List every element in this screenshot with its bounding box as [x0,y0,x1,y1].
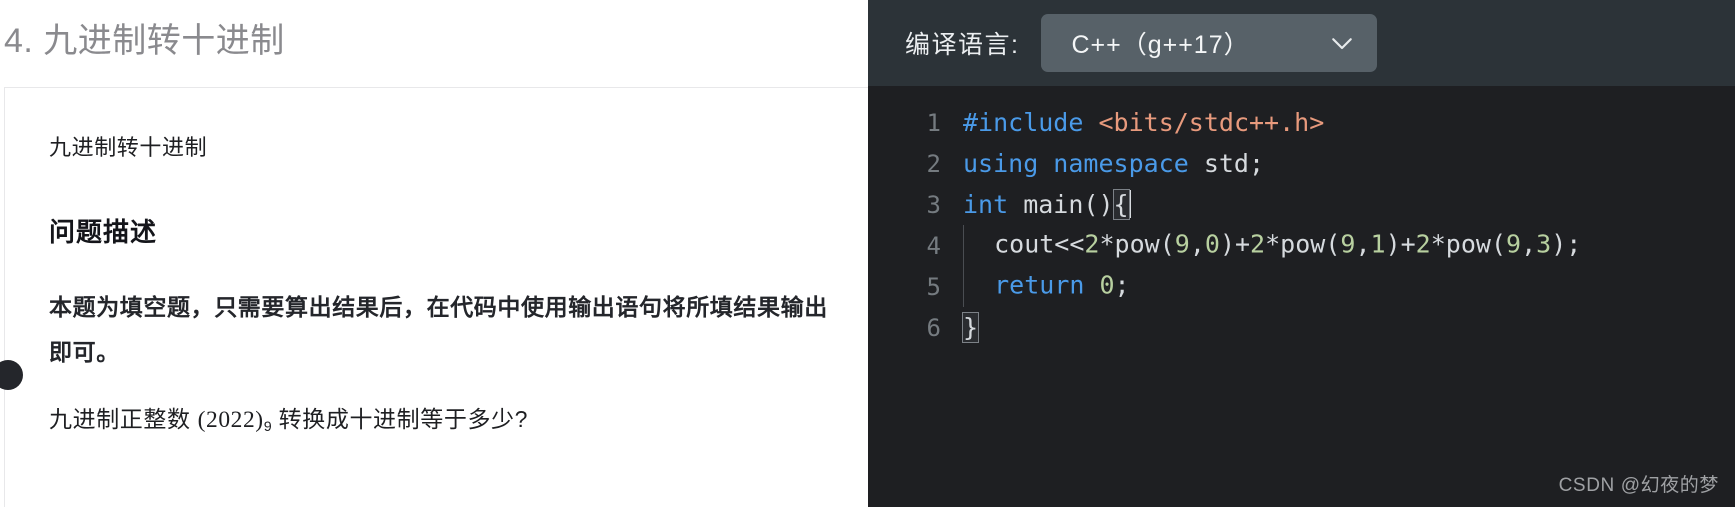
bullet-marker-icon [0,360,23,390]
code-token: main() [1008,190,1114,219]
code-lines[interactable]: 1 #include <bits/stdc++.h> 2 using namespac… [868,102,1735,348]
code-token: 1 [1370,229,1386,259]
problem-pane: 4. 九进制转十进制 九进制转十进制 问题描述 本题为填空题，只需要算出结果后，… [0,0,868,507]
code-line-content[interactable]: } [961,312,980,343]
code-token: } [961,312,980,343]
code-token: 9 [1506,229,1522,259]
code-line-content[interactable]: int main(){ [963,189,1131,220]
code-line[interactable]: 5 return 0; [868,266,1735,307]
code-area[interactable]: 1 #include <bits/stdc++.h> 2 using namespac… [868,86,1735,507]
code-token: 9 [1174,229,1190,259]
watermark: CSDN @幻夜的梦 [1558,475,1719,496]
code-token: , [1521,229,1537,259]
code-token: cout<< [964,229,1085,259]
code-token: 3 [1536,229,1552,259]
problem-question-text: 九进制正整数 (2022)9 转换成十进制等于多少? [49,399,842,447]
line-number: 4 [926,231,941,260]
code-token: *pow( [1430,229,1506,259]
code-token: <bits/stdc++.h> [1098,108,1325,137]
code-line[interactable]: 1 #include <bits/stdc++.h> [868,102,1735,143]
code-token: 0 [1204,229,1220,259]
code-line-content[interactable]: cout<<2*pow(9,0)+2*pow(9,1)+2*pow(9,3); [963,225,1581,266]
problem-body-card: 九进制转十进制 问题描述 本题为填空题，只需要算出结果后，在代码中使用输出语句将… [0,87,868,507]
code-token: int [963,190,1009,219]
code-line-content[interactable]: return 0; [963,266,1130,307]
section-heading: 问题描述 [49,217,158,247]
problem-editor-screen: 4. 九进制转十进制 九进制转十进制 问题描述 本题为填空题，只需要算出结果后，… [0,0,1735,507]
line-number: 3 [926,190,941,219]
code-token: , [1189,229,1205,259]
code-token: #include [963,108,1084,137]
problem-intro-text: 九进制转十进制 [49,135,208,160]
code-line-content[interactable]: #include <bits/stdc++.h> [963,108,1324,137]
code-token: *pow( [1265,229,1341,259]
code-token: 2 [1415,229,1431,259]
code-token: return [994,270,1085,300]
code-token: using namespace [963,149,1189,178]
line-number: 1 [926,108,941,137]
code-token: *pow( [1099,229,1175,259]
code-line[interactable]: 2 using namespace std; [868,143,1735,184]
code-token: 2 [1250,229,1266,259]
line-number: 6 [926,313,941,342]
question-number: (2022) [197,407,264,433]
code-token: )+ [1219,229,1251,259]
problem-note-text: 本题为填空题，只需要算出结果后，在代码中使用输出语句将所填结果输出即可。 [49,294,828,365]
chevron-down-icon[interactable] [1327,28,1357,58]
code-line-content[interactable]: using namespace std; [963,149,1264,178]
question-prefix: 九进制正整数 [49,406,198,432]
code-token: 0 [1099,270,1115,300]
code-token: )+ [1385,229,1416,259]
code-editor-pane: 编译语言: C++（g++17） 1 #include <bits/stdc++.… [868,0,1735,507]
code-line[interactable]: 6} [868,307,1735,348]
language-select-value: C++（g++17） [1071,31,1250,59]
editor-toolbar: 编译语言: C++（g++17） [868,0,1735,86]
page-title: 4. 九进制转十进制 [4,22,285,60]
code-token: , [1355,229,1371,259]
compile-language-label: 编译语言: [905,31,1020,59]
code-token: 9 [1340,229,1356,259]
code-token: ; [1114,270,1130,300]
code-line[interactable]: 4 cout<<2*pow(9,0)+2*pow(9,1)+2*pow(9,3)… [868,225,1735,266]
question-suffix: 转换成十进制等于多少? [271,406,529,432]
line-number: 2 [926,149,941,178]
question-base: 9 [263,418,272,435]
line-number: 5 [926,272,941,301]
language-select[interactable]: C++（g++17） [1041,14,1378,72]
code-token: 2 [1084,229,1100,259]
code-token: ); [1551,229,1582,259]
code-token: { [1112,189,1130,220]
text-caret [1128,190,1131,218]
code-token: std; [1188,149,1265,178]
code-line[interactable]: 3 int main(){ [868,184,1735,225]
